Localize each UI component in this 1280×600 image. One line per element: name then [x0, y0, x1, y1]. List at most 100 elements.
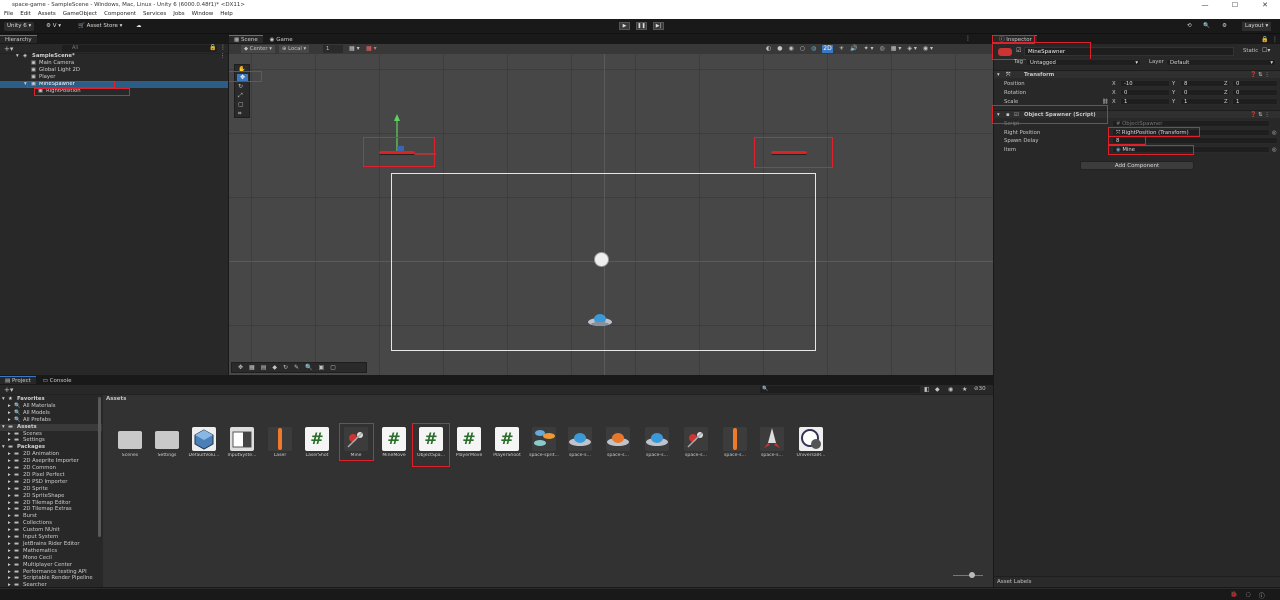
minimize-button[interactable]: — — [1190, 0, 1220, 10]
hidden-objects-icon[interactable]: ◎ — [880, 45, 885, 53]
wireframe-icon[interactable]: ○ — [800, 45, 805, 53]
asset-item[interactable]: Settings — [152, 427, 182, 465]
tab-project[interactable]: ▤ Project — [0, 376, 36, 384]
hierarchy-item-player[interactable]: ▣ Player — [0, 74, 228, 81]
overlay-pick-icon[interactable]: ✎ — [294, 363, 299, 372]
scale-z-field[interactable]: 1 — [1232, 98, 1278, 105]
right-position-sprite[interactable] — [771, 151, 807, 155]
search-icon[interactable]: 🔍 — [1203, 22, 1210, 31]
chevron-right-icon[interactable]: ▸ — [8, 582, 11, 587]
add-icon[interactable]: +▾ — [4, 386, 13, 394]
menu-window[interactable]: Window — [192, 10, 214, 19]
scene-viewport[interactable]: ✋ ✥ ↻ ⤢ ▢ ⌗ ✥ ▦ ▤ ◆ ↻ ✎ 🔍 ▣ ▢ — [229, 54, 993, 375]
snap-icon[interactable]: ▦ ▾ — [366, 45, 377, 53]
asset-item[interactable]: UniversalR... — [796, 427, 826, 465]
add-icon[interactable]: +▾ — [4, 45, 13, 53]
static-checkbox[interactable]: ☐▾ — [1262, 47, 1270, 54]
position-x-field[interactable]: -10 — [1120, 80, 1170, 87]
add-component-button[interactable]: Add Component — [1080, 161, 1194, 170]
rotation-x-field[interactable]: 0 — [1120, 89, 1170, 96]
pause-button[interactable]: ❚❚ — [636, 22, 647, 30]
info-icon[interactable]: ⓘ — [1259, 591, 1265, 600]
hierarchy-item-global-light[interactable]: ▣ Global Light 2D — [0, 67, 228, 74]
scale-y-field[interactable]: 1 — [1180, 98, 1230, 105]
layout-dropdown[interactable]: Layout ▾ — [1242, 22, 1272, 31]
hierarchy-item-minespawner[interactable]: ▾ ▣ MineSpawner — [0, 81, 228, 88]
asset-item[interactable]: space-s... — [642, 427, 672, 465]
breadcrumb[interactable]: Assets — [106, 395, 126, 403]
lighting-icon[interactable]: ☀ — [839, 45, 844, 53]
asset-item[interactable]: # LaserShot — [302, 427, 332, 465]
zoom-slider[interactable] — [953, 575, 983, 576]
asset-item[interactable]: space-s... — [757, 427, 787, 465]
orientation-icon[interactable]: ◐ — [766, 45, 771, 53]
component-enabled-checkbox[interactable]: ☑ — [1014, 111, 1019, 119]
menu-gameobject[interactable]: GameObject — [63, 10, 97, 19]
script-component-header[interactable]: ▾ ▪ ☑ Object Spawner (Script) ❓ ⇅ ⋮ — [994, 110, 1280, 118]
transform-header[interactable]: ▾ ⤧ Transform ❓ ⇅ ⋮ — [994, 70, 1280, 78]
cloud-icon[interactable]: ☁ — [136, 22, 142, 31]
rotation-z-field[interactable]: 0 — [1232, 89, 1278, 96]
shaded-icon[interactable]: ◉ — [789, 45, 794, 53]
object-name-field[interactable]: MineSpawner — [1024, 47, 1234, 56]
tab-scene[interactable]: ▦ Scene — [229, 35, 263, 43]
filter-label-icon[interactable]: ◆ — [935, 386, 940, 393]
menu-file[interactable]: File — [4, 10, 13, 19]
transform-tool-icon[interactable]: ⌗ — [238, 110, 241, 118]
light-gizmo-icon[interactable] — [594, 252, 609, 267]
zoom-slider-thumb[interactable] — [969, 572, 975, 578]
menu-component[interactable]: Component — [104, 10, 136, 19]
help-icon[interactable]: ❓ ⇅ ⋮ — [1250, 71, 1270, 79]
tree-scrollbar[interactable] — [98, 397, 101, 537]
mine-spawner-sprite[interactable] — [379, 151, 415, 155]
draw-mode-icon[interactable]: ● — [777, 45, 782, 53]
hierarchy-item-main-camera[interactable]: ▣ Main Camera — [0, 60, 228, 67]
menu-dots-icon[interactable]: ⋮ — [965, 35, 971, 42]
project-search-input[interactable]: 🔍 — [760, 386, 920, 393]
asset-labels-bar[interactable]: Asset Labels — [994, 576, 1280, 587]
asset-item[interactable]: Laser — [265, 427, 295, 465]
asset-item[interactable]: # ObjectSpa... — [416, 427, 446, 465]
rotation-y-field[interactable]: 0 — [1180, 89, 1230, 96]
move-tool-icon[interactable]: ✥ — [237, 74, 248, 82]
asset-item[interactable]: space-s... — [565, 427, 595, 465]
menu-edit[interactable]: Edit — [20, 10, 31, 19]
grid-snap-icon[interactable]: ▦ ▾ — [349, 45, 360, 53]
maximize-button[interactable]: ☐ — [1220, 0, 1250, 10]
overlay-rotate-icon[interactable]: ↻ — [283, 363, 288, 372]
hand-tool-icon[interactable]: ✋ — [238, 66, 245, 73]
menu-assets[interactable]: Assets — [38, 10, 56, 19]
tab-game[interactable]: ◉ Game — [264, 36, 298, 44]
visibility-icon[interactable]: ◉ — [948, 386, 953, 393]
overlay-move-icon[interactable]: ✥ — [238, 363, 243, 372]
asset-item[interactable]: space-s... — [603, 427, 633, 465]
asset-item[interactable]: InputSyste... — [227, 427, 257, 465]
menu-dots-icon[interactable]: ⋮ — [1272, 36, 1278, 43]
overlay-select-icon[interactable]: ▢ — [330, 363, 336, 372]
grid-toggle-icon[interactable]: ▦ ▾ — [891, 45, 902, 53]
help-icon[interactable]: ❓ ⇅ ⋮ — [1250, 111, 1270, 119]
account-button[interactable]: Unity 6 ▾ — [4, 22, 35, 31]
menu-jobs[interactable]: Jobs — [173, 10, 184, 19]
overlay-grid-icon[interactable]: ▦ — [249, 363, 255, 372]
step-button[interactable]: ▶| — [653, 22, 664, 30]
player-ship-sprite[interactable] — [587, 312, 613, 328]
asset-item[interactable]: space-s... — [720, 427, 750, 465]
menu-dots-icon[interactable]: ⋮ — [220, 53, 225, 60]
tab-inspector[interactable]: ⓘ Inspector — [994, 35, 1037, 43]
bug-icon[interactable]: 🐞 — [1230, 591, 1237, 600]
pivot-dropdown[interactable]: ◆ Center ▾ — [241, 45, 275, 53]
play-button[interactable]: ▶ — [619, 22, 630, 30]
overlay-paint-icon[interactable]: ◆ — [272, 363, 277, 372]
gizmos-icon[interactable]: ◈ ▾ — [907, 45, 917, 53]
gear-icon[interactable]: ⚙ — [1222, 22, 1227, 31]
asset-item[interactable]: # PlayerShoot — [492, 427, 522, 465]
asset-item[interactable]: Scenes — [115, 427, 145, 465]
favorite-icon[interactable]: ★ — [962, 386, 967, 393]
rect-tool-icon[interactable]: ▢ — [238, 101, 244, 108]
tag-dropdown[interactable]: Untagged ▾ — [1026, 59, 1141, 66]
close-button[interactable]: ✕ — [1250, 0, 1280, 10]
history-icon[interactable]: ⟲ — [1187, 22, 1192, 31]
right-position-field[interactable]: ⤧ RightPosition (Transform) — [1112, 129, 1270, 136]
hierarchy-item-rightposition[interactable]: ▣ RightPosition — [0, 88, 228, 95]
